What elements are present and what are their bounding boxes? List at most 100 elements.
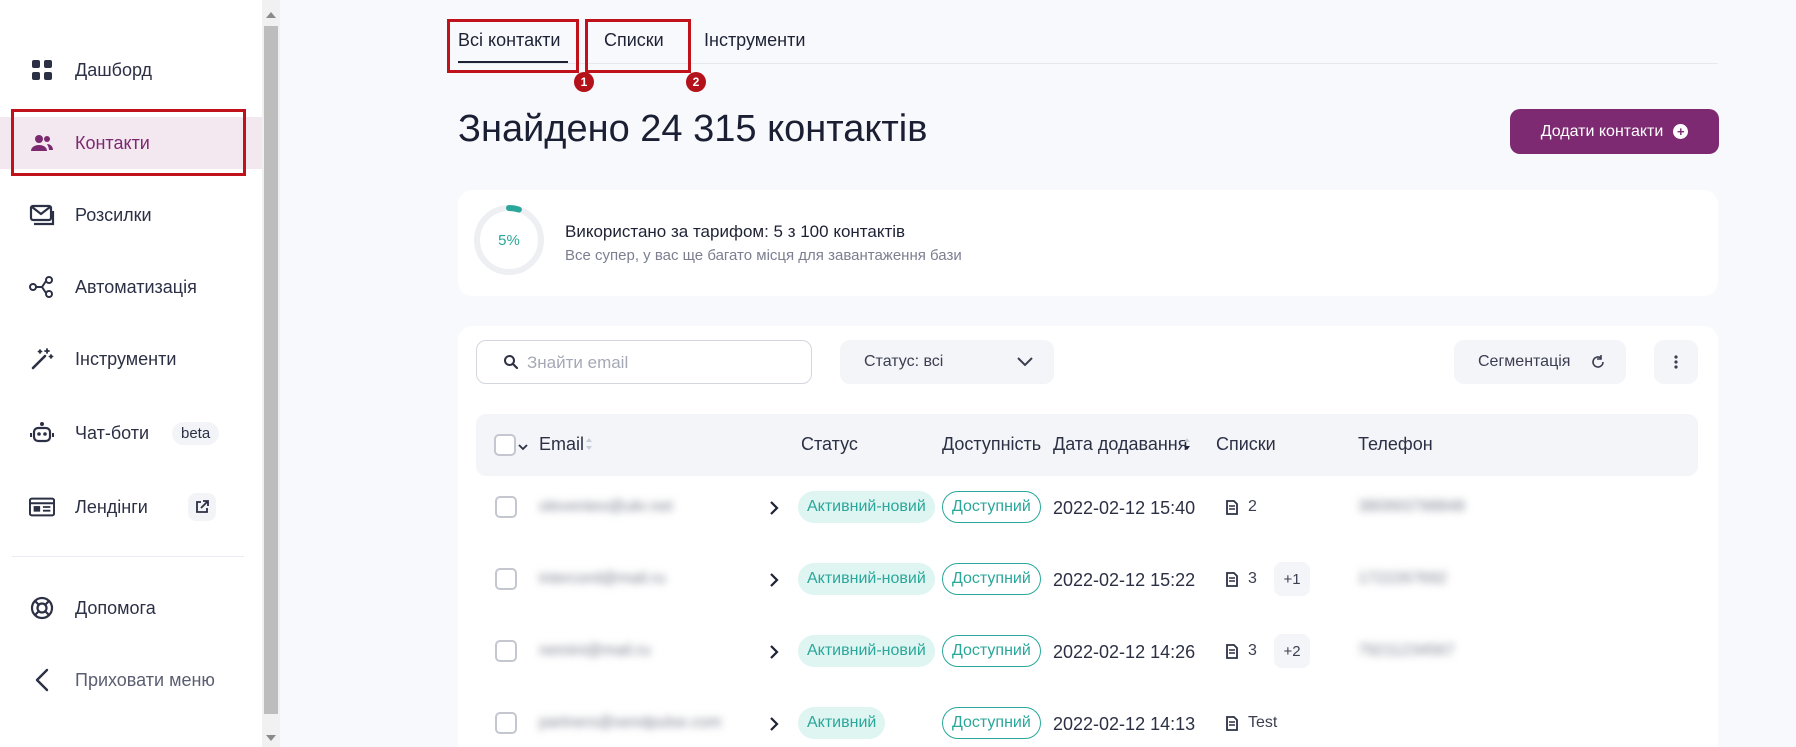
annotation-highlight-lists: [585, 19, 691, 73]
usage-subtitle: Все супер, у вас ще багато місця для зав…: [565, 247, 962, 264]
row-lists-extra[interactable]: +1: [1274, 562, 1310, 596]
availability-badge: Доступний: [942, 491, 1041, 523]
status-filter-value: Статус: всі: [864, 353, 944, 370]
tab-tools[interactable]: Інструменти: [704, 30, 805, 51]
page-title: Знайдено 24 315 контактів: [458, 108, 928, 150]
contacts-panel: Знайти email Статус: всі Сегментація Ema…: [458, 326, 1718, 747]
status-filter-dropdown[interactable]: Статус: всі: [840, 340, 1054, 384]
column-header-status: Статус: [801, 434, 858, 454]
row-lists-count[interactable]: 3: [1248, 570, 1257, 588]
search-input[interactable]: Знайти email: [476, 340, 812, 384]
sidebar: Дашборд Контакти Розсилки Автоматизація …: [0, 0, 262, 747]
table-row[interactable]: intercord@mail.ru Активний-новий Доступн…: [476, 548, 1698, 620]
sidebar-item-label: Допомога: [75, 597, 156, 618]
annotation-highlight-contacts: [11, 109, 246, 176]
list-icon: [1226, 644, 1238, 664]
row-lists-count[interactable]: 2: [1248, 498, 1257, 516]
chevron-left-icon: [29, 667, 55, 693]
table-row[interactable]: partners@sendpulse.com Активний Доступни…: [476, 692, 1698, 747]
select-all-checkbox[interactable]: [494, 434, 516, 456]
sidebar-item-label: Приховати меню: [75, 669, 215, 690]
row-lists-count[interactable]: Test: [1248, 714, 1277, 732]
segmentation-button[interactable]: Сегментація: [1454, 340, 1626, 384]
sidebar-item-dashboard[interactable]: Дашборд: [0, 44, 262, 96]
status-badge: Активний-новий: [798, 491, 935, 523]
external-link-icon[interactable]: [188, 493, 216, 521]
search-icon: [503, 354, 519, 375]
availability-badge: Доступний: [942, 635, 1041, 667]
sidebar-item-label: Чат-боти: [75, 422, 150, 443]
sidebar-item-tools[interactable]: Інструменти: [0, 333, 262, 385]
sidebar-item-label: Інструменти: [75, 348, 177, 369]
row-checkbox[interactable]: [495, 640, 517, 662]
chevron-right-icon[interactable]: [769, 572, 779, 593]
sidebar-item-label: Розсилки: [75, 204, 152, 225]
row-phone: 79211234567: [1358, 642, 1455, 659]
status-badge: Активний-новий: [798, 635, 935, 667]
usage-title: Використано за тарифом: 5 з 100 контакті…: [565, 222, 906, 241]
hide-menu-button[interactable]: Приховати меню: [0, 654, 262, 706]
scrollbar-thumb[interactable]: [264, 26, 278, 714]
status-badge: Активний-новий: [798, 563, 935, 595]
row-phone: 380993798848: [1358, 498, 1465, 515]
scroll-up-arrow-icon[interactable]: [266, 12, 276, 18]
row-date: 2022-02-12 15:22: [1053, 570, 1196, 590]
sort-desc-icon[interactable]: [1183, 436, 1191, 457]
segmentation-label: Сегментація: [1478, 353, 1571, 370]
table-row[interactable]: nemini@mail.ru Активний-новий Доступний …: [476, 620, 1698, 692]
plus-circle-icon: +: [1673, 124, 1689, 139]
search-placeholder: Знайти email: [527, 353, 629, 372]
refresh-icon: [1590, 354, 1606, 375]
sidebar-item-help[interactable]: Допомога: [0, 582, 262, 634]
row-email: nemini@mail.ru: [539, 642, 651, 659]
row-date: 2022-02-12 14:13: [1053, 714, 1196, 734]
select-menu-chevron-icon[interactable]: [518, 438, 528, 456]
list-icon: [1226, 572, 1238, 592]
row-date: 2022-02-12 15:40: [1053, 498, 1196, 518]
sidebar-item-label: Автоматизація: [75, 276, 197, 297]
row-date: 2022-02-12 14:26: [1053, 642, 1196, 662]
chevron-right-icon[interactable]: [769, 644, 779, 665]
chevron-down-icon: [1016, 354, 1034, 373]
landing-icon: [29, 494, 55, 520]
more-options-icon[interactable]: [1654, 340, 1698, 384]
row-checkbox[interactable]: [495, 712, 517, 734]
availability-badge: Доступний: [942, 707, 1041, 739]
sidebar-scrollbar[interactable]: [262, 0, 280, 747]
sort-icon[interactable]: [585, 436, 593, 457]
row-email: oleventeo@ukr.net: [539, 498, 673, 515]
plan-usage-card: 5% Використано за тарифом: 5 з 100 конта…: [458, 190, 1718, 296]
magic-wand-icon: [29, 346, 55, 372]
row-checkbox[interactable]: [495, 568, 517, 590]
list-icon: [1226, 500, 1238, 520]
sidebar-item-landings[interactable]: Лендінги: [0, 481, 262, 533]
sidebar-item-campaigns[interactable]: Розсилки: [0, 189, 262, 241]
table-row[interactable]: oleventeo@ukr.net Активний-новий Доступн…: [476, 476, 1698, 548]
add-contacts-button[interactable]: Додати контакти +: [1510, 109, 1719, 154]
annotation-badge-1: 1: [574, 72, 594, 92]
sidebar-item-label: Дашборд: [75, 59, 153, 80]
column-header-availability: Доступність: [942, 434, 1042, 454]
row-lists-count[interactable]: 3: [1248, 642, 1257, 660]
row-lists-extra[interactable]: +2: [1274, 634, 1310, 668]
annotation-highlight-all-contacts: [447, 19, 579, 73]
row-email: partners@sendpulse.com: [539, 714, 722, 731]
sidebar-item-chatbots[interactable]: Чат-боти beta: [0, 407, 262, 459]
sidebar-item-automation[interactable]: Автоматизація: [0, 261, 262, 313]
add-contacts-label: Додати контакти: [1540, 122, 1664, 140]
row-checkbox[interactable]: [495, 496, 517, 518]
column-header-email[interactable]: Email: [539, 434, 584, 455]
sidebar-divider: [12, 556, 244, 557]
chevron-right-icon[interactable]: [769, 716, 779, 737]
dashboard-icon: [29, 57, 55, 83]
usage-percent: 5%: [498, 231, 520, 249]
scroll-down-arrow-icon[interactable]: [266, 735, 276, 741]
column-header-date-added[interactable]: Дата додавання: [1053, 434, 1188, 455]
sidebar-item-label: Лендінги: [75, 496, 148, 517]
row-email: intercord@mail.ru: [539, 570, 666, 587]
bot-icon: [29, 420, 55, 446]
status-badge: Активний: [798, 707, 886, 739]
automation-icon: [29, 274, 55, 300]
chevron-right-icon[interactable]: [769, 500, 779, 521]
list-icon: [1226, 716, 1238, 736]
